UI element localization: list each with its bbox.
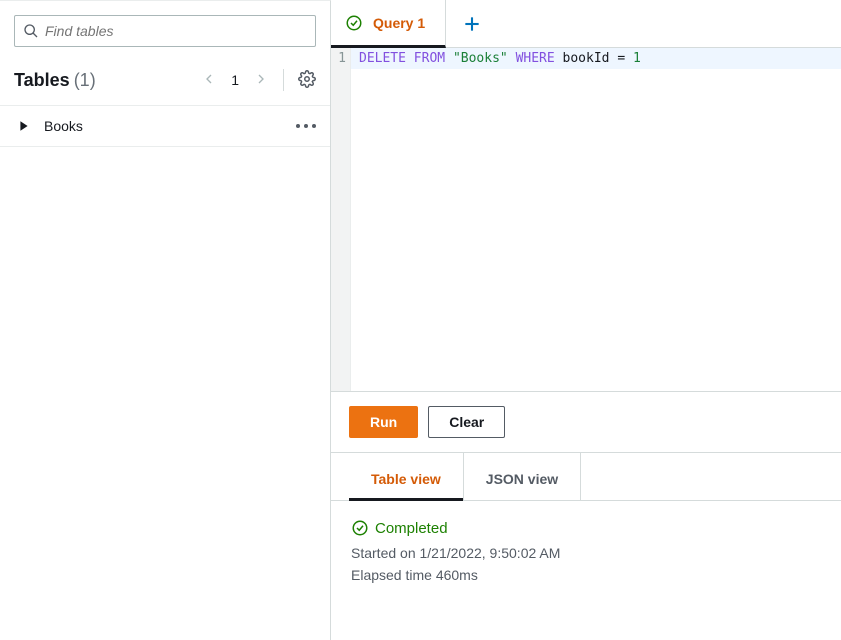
tab-json-view[interactable]: JSON view <box>464 453 581 501</box>
tab-label: Query 1 <box>373 15 425 31</box>
tab-query-1[interactable]: Query 1 <box>331 0 446 48</box>
search-input[interactable] <box>45 23 307 39</box>
code-editor[interactable]: 1 DELETE FROM "Books" WHERE bookId = 1 <box>331 48 841 391</box>
clear-button[interactable]: Clear <box>428 406 505 438</box>
code-content: DELETE FROM "Books" WHERE bookId = 1 <box>351 48 841 69</box>
keyword: WHERE <box>516 51 555 66</box>
gutter-bg <box>331 69 351 391</box>
more-button[interactable] <box>296 124 316 128</box>
table-name: Books <box>44 118 83 134</box>
tables-count: (1) <box>74 70 96 91</box>
line-number: 1 <box>331 48 351 69</box>
pager: 1 <box>201 69 316 91</box>
number: 1 <box>633 51 641 66</box>
result-tabs: Table view JSON view <box>331 453 841 501</box>
status-label: Completed <box>375 520 448 537</box>
code-line: 1 DELETE FROM "Books" WHERE bookId = 1 <box>331 48 841 69</box>
check-circle-icon <box>351 519 369 537</box>
action-bar: Run Clear <box>331 391 841 453</box>
plus-icon <box>462 14 482 34</box>
tables-header: Tables (1) 1 <box>0 59 330 106</box>
add-tab-button[interactable] <box>446 0 498 47</box>
search-input-wrapper[interactable] <box>14 15 316 47</box>
status-elapsed: Elapsed time 460ms <box>351 567 821 583</box>
tab-table-view[interactable]: Table view <box>349 453 464 501</box>
settings-button[interactable] <box>298 70 316 91</box>
pager-prev[interactable] <box>201 71 217 90</box>
tables-title: Tables <box>14 70 70 91</box>
table-row[interactable]: Books <box>0 106 330 147</box>
editor-empty-area[interactable] <box>331 69 841 391</box>
caret-right-icon <box>18 120 30 132</box>
status-block: Completed Started on 1/21/2022, 9:50:02 … <box>331 501 841 607</box>
editor-rest <box>351 69 841 391</box>
check-circle-icon <box>345 14 363 32</box>
search-container <box>0 1 330 59</box>
string: "Books" <box>453 51 508 66</box>
status-line: Completed <box>351 519 821 537</box>
sidebar: Tables (1) 1 Books <box>0 0 331 640</box>
pager-number: 1 <box>231 72 239 88</box>
gear-icon <box>298 70 316 88</box>
main: Query 1 1 DELETE FROM "Books" WHERE b <box>331 0 841 640</box>
pager-next[interactable] <box>253 71 269 90</box>
identifier: bookId = <box>563 51 626 66</box>
run-button[interactable]: Run <box>349 406 418 438</box>
divider <box>283 69 284 91</box>
keyword: FROM <box>414 51 445 66</box>
status-started: Started on 1/21/2022, 9:50:02 AM <box>351 545 821 561</box>
search-icon <box>23 23 39 39</box>
query-tabs: Query 1 <box>331 0 841 48</box>
keyword: DELETE <box>359 51 406 66</box>
